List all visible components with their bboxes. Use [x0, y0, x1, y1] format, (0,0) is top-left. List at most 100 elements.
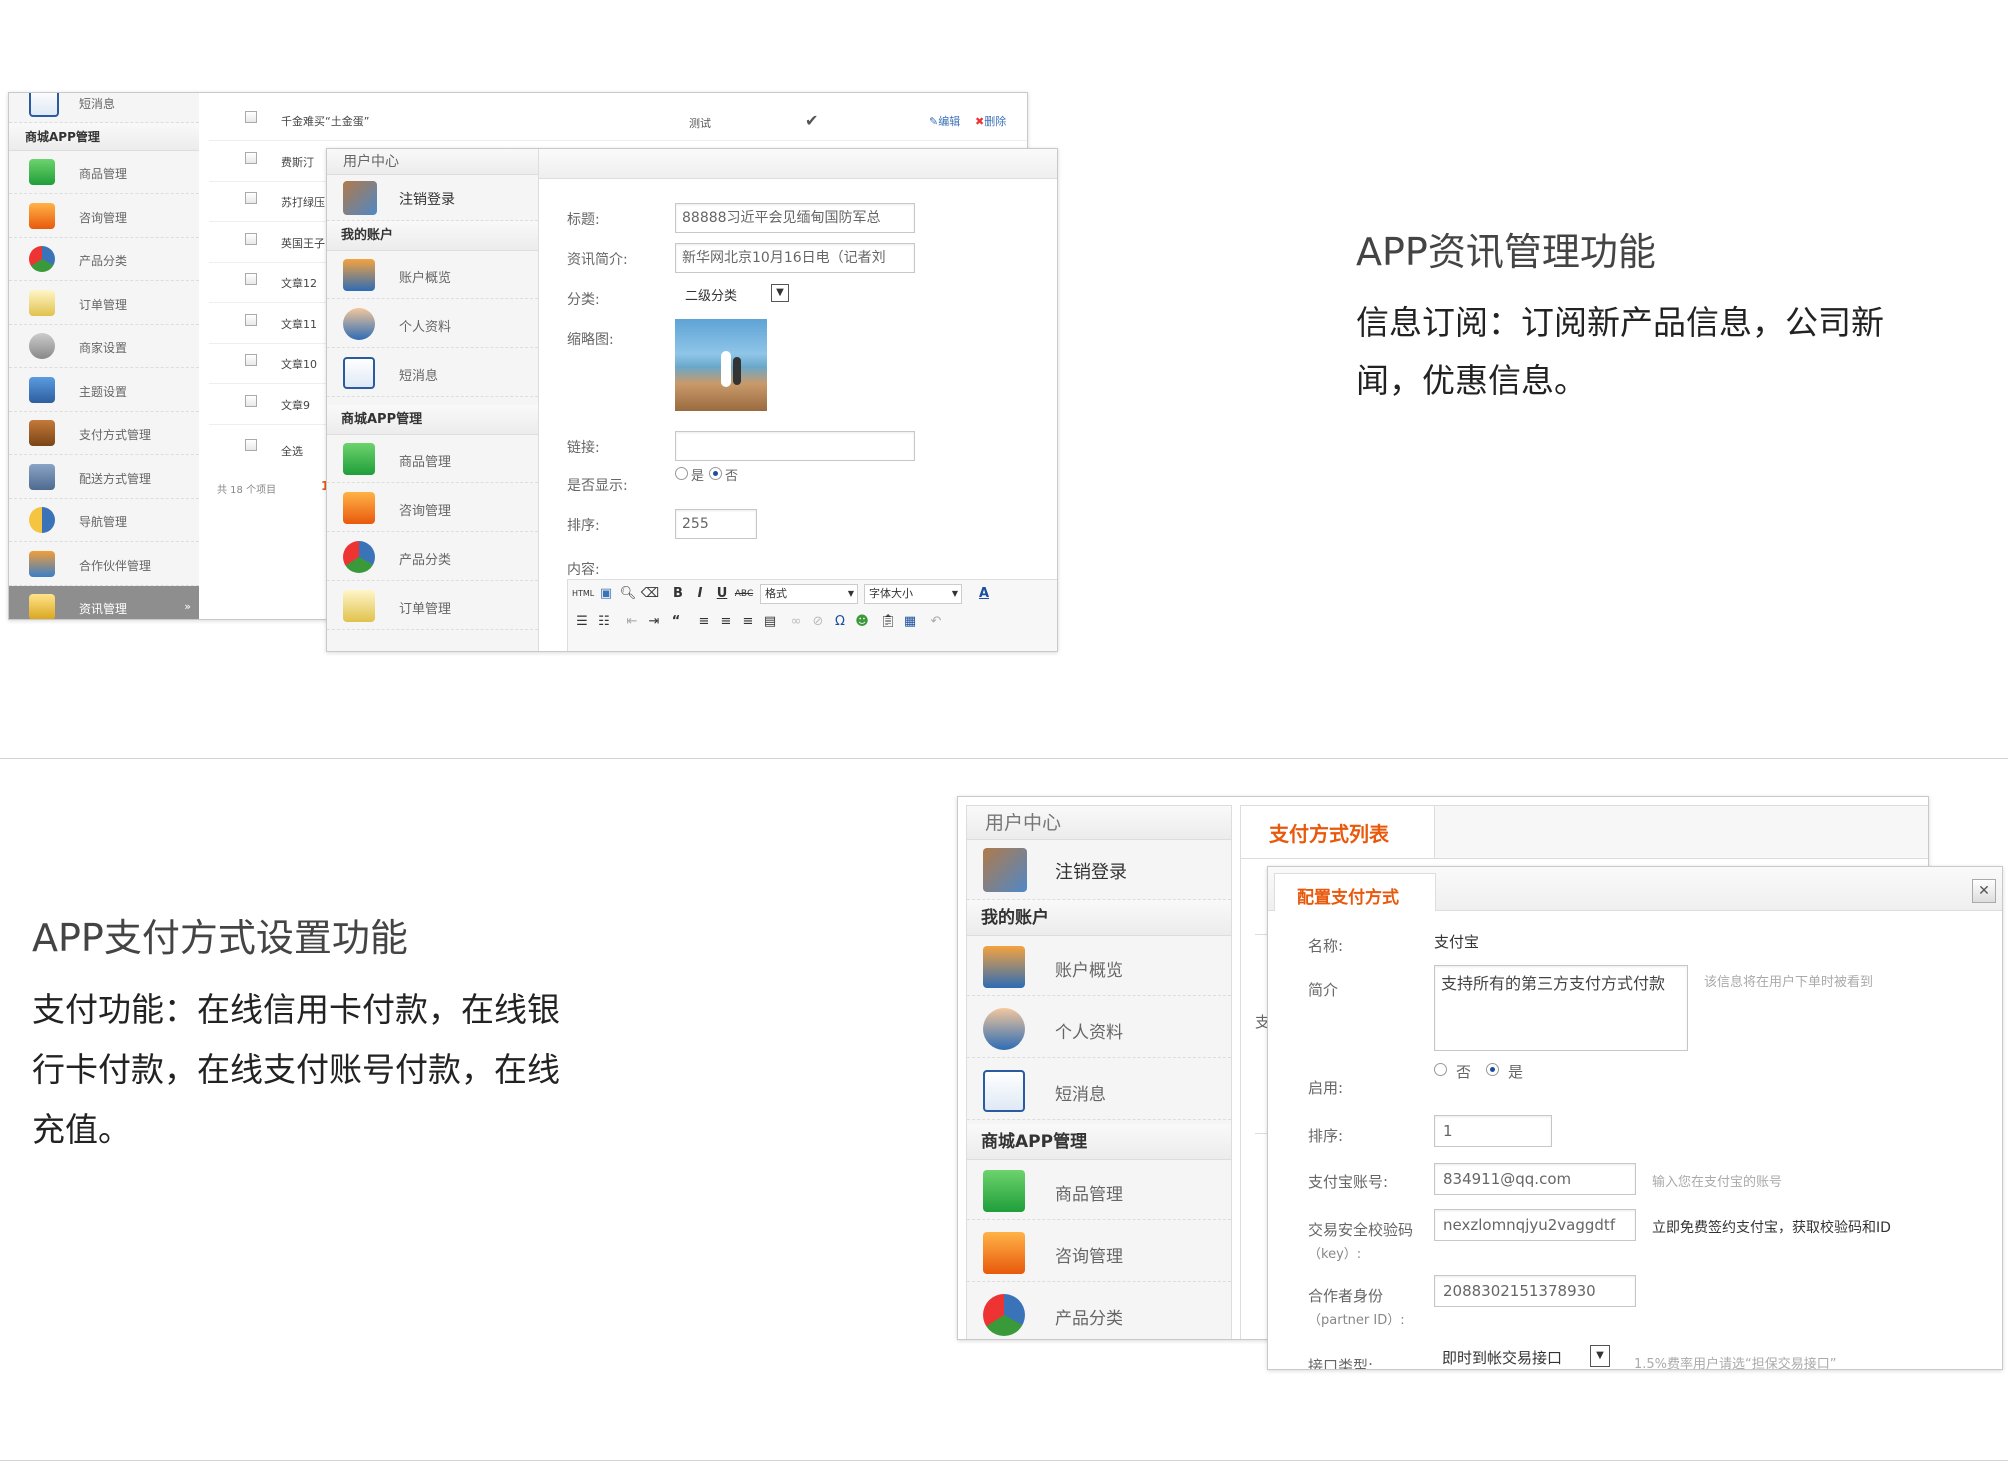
order-label: 排序:	[1308, 1127, 1344, 1145]
pay-shop-item-1[interactable]: 咨询管理	[967, 1222, 1231, 1282]
show-yes-radio[interactable]	[675, 467, 688, 480]
pay-main-tab[interactable]: 支付方式列表	[1241, 806, 1435, 858]
back-sidebar-item-5[interactable]: 主题设置	[9, 369, 199, 412]
goods-icon	[983, 1170, 1025, 1212]
select-all-checkbox[interactable]	[245, 439, 257, 451]
format-select[interactable]: 格式 ▼	[760, 584, 858, 604]
pay-shop-item-2[interactable]: 产品分类	[967, 1284, 1231, 1339]
back-sidebar-item-4[interactable]: 商家设置	[9, 325, 199, 368]
front-account-item-0[interactable]: 账户概览	[327, 251, 538, 299]
back-sidebar-item-2[interactable]: 产品分类	[9, 238, 199, 281]
italic-icon[interactable]: I	[690, 584, 710, 604]
iface-hint: 1.5%费率用户请选“担保交易接口”	[1634, 1357, 1837, 1370]
outdent-icon[interactable]: ⇤	[622, 612, 642, 632]
home-icon	[343, 259, 375, 291]
back-sidebar-item-9[interactable]: 合作伙伴管理	[9, 543, 199, 586]
pid-input[interactable]: 2088302151378930	[1434, 1275, 1636, 1307]
row-checkbox[interactable]	[245, 192, 257, 204]
delete-link[interactable]: ✖删除	[975, 113, 1006, 129]
eraser-icon[interactable]: ⌫	[640, 584, 660, 604]
enable-yes-radio[interactable]	[1486, 1063, 1499, 1076]
emoticon-icon[interactable]: ☻	[852, 612, 872, 632]
row-checkbox[interactable]	[245, 232, 257, 245]
find-icon[interactable]: 🔍︎	[618, 584, 638, 604]
intro-textarea[interactable]: 支持所有的第三方支付方式付款	[1434, 965, 1688, 1051]
category-select[interactable]: 二级分类 ▼	[675, 281, 793, 307]
front-account-item-1-label: 个人资料	[399, 320, 452, 335]
title-label: 标题:	[567, 212, 600, 228]
font-color-icon[interactable]: A	[974, 584, 994, 604]
link-input[interactable]	[675, 431, 915, 461]
special-char-icon[interactable]: Ω	[830, 612, 850, 632]
key-input[interactable]: nexzlomnqjyu2vaggdtf	[1434, 1209, 1636, 1241]
pay-shop-item-0[interactable]: 商品管理	[967, 1160, 1231, 1220]
front-account-item-2[interactable]: 短消息	[327, 349, 538, 397]
back-sidebar-item-10[interactable]: 资讯管理 »	[9, 586, 199, 619]
front-shop-item-2[interactable]: 产品分类	[327, 533, 538, 581]
row-checkbox[interactable]	[245, 273, 257, 285]
pay-account-item-2[interactable]: 短消息	[967, 1060, 1231, 1120]
back-sidebar-item-6[interactable]: 支付方式管理	[9, 412, 199, 455]
pay-section: 商城APP管理	[967, 1124, 1231, 1160]
form-header-bar	[539, 149, 1057, 179]
back-sidebar-item-0[interactable]: 商品管理	[9, 151, 199, 194]
edit-link[interactable]: ✎编辑	[929, 113, 960, 129]
back-sidebar-item-3[interactable]: 订单管理	[9, 282, 199, 325]
quote-icon[interactable]: “	[666, 612, 686, 632]
pay-logout[interactable]: 注销登录	[967, 840, 1231, 900]
iface-select[interactable]: 即时到帐交易接口 ▼	[1434, 1345, 1610, 1369]
row-checkbox[interactable]	[245, 151, 257, 164]
consult-icon	[983, 1232, 1025, 1274]
back-sidebar-item-7[interactable]: 配送方式管理	[9, 456, 199, 499]
pay-account-item-0[interactable]: 账户概览	[967, 936, 1231, 996]
enable-no-radio[interactable]	[1434, 1063, 1447, 1076]
menu-icon-3	[29, 289, 55, 316]
row-checkbox[interactable]	[245, 394, 257, 407]
show-no-radio[interactable]	[709, 467, 722, 480]
justify-icon[interactable]: ▤	[760, 612, 780, 632]
link-icon[interactable]: ∞	[786, 612, 806, 632]
underline-icon[interactable]: U	[712, 584, 732, 604]
image-icon[interactable]: ▣	[596, 584, 616, 604]
dialog-tab[interactable]: 配置支付方式	[1274, 873, 1436, 911]
paste-word-icon[interactable]: ▦	[900, 612, 920, 632]
indent-icon[interactable]: ⇥	[644, 612, 664, 632]
key-hint-link[interactable]: 立即免费签约支付宝，获取校验码和ID	[1652, 1217, 1891, 1237]
fontsize-select[interactable]: 字体大小 ▼	[864, 584, 962, 604]
front-shop-item-0[interactable]: 商品管理	[327, 435, 538, 483]
row-checkbox[interactable]	[245, 313, 257, 326]
summary-input[interactable]: 新华网北京10月16日电（记者刘	[675, 243, 915, 273]
thumbnail-image[interactable]	[675, 319, 767, 411]
undo-icon[interactable]: ↶	[926, 612, 946, 632]
front-logout[interactable]: 注销登录	[327, 175, 538, 221]
unlink-icon[interactable]: ⊘	[808, 612, 828, 632]
back-sidebar-item-8[interactable]: 导航管理	[9, 499, 199, 542]
order-input[interactable]: 1	[1434, 1115, 1552, 1147]
account-input[interactable]: 834911@qq.com	[1434, 1163, 1636, 1195]
strike-icon[interactable]: ABC	[734, 584, 754, 604]
front-shop-item-1[interactable]: 咨询管理	[327, 484, 538, 532]
front-shop-item-3[interactable]: 订单管理	[327, 582, 538, 630]
align-right-icon[interactable]: ≡	[738, 612, 758, 632]
row-checkbox[interactable]	[245, 354, 257, 366]
close-button[interactable]: ✕	[1972, 879, 1996, 903]
align-left-icon[interactable]: ≡	[694, 612, 714, 632]
front-account-item-1[interactable]: 个人资料	[327, 300, 538, 348]
row-checkbox[interactable]	[245, 111, 257, 123]
back-sidebar-item-1[interactable]: 咨询管理	[9, 195, 199, 238]
paste-icon[interactable]: 📋︎	[878, 612, 898, 632]
align-center-icon[interactable]: ≡	[716, 612, 736, 632]
title-input[interactable]: 88888习近平会见缅甸国防军总	[675, 203, 915, 233]
bold-icon[interactable]: B	[668, 584, 688, 604]
number-list-icon[interactable]: ☷	[594, 612, 614, 632]
pay-account-item-1[interactable]: 个人资料	[967, 998, 1231, 1058]
back-sidebar-item-messages[interactable]: 短消息	[9, 93, 199, 123]
feature1-title: APP资讯管理功能	[1356, 230, 1656, 274]
bullet-list-icon[interactable]: ☰	[572, 612, 592, 632]
back-sidebar-item-10-label: 资讯管理	[79, 602, 128, 616]
order-input[interactable]: 255	[675, 509, 757, 539]
html-icon[interactable]: HTML	[572, 584, 594, 604]
menu-icon-6	[29, 420, 55, 446]
table-row[interactable]: 千金难买“土金蛋”	[209, 101, 1027, 141]
message-icon	[983, 1070, 1025, 1112]
